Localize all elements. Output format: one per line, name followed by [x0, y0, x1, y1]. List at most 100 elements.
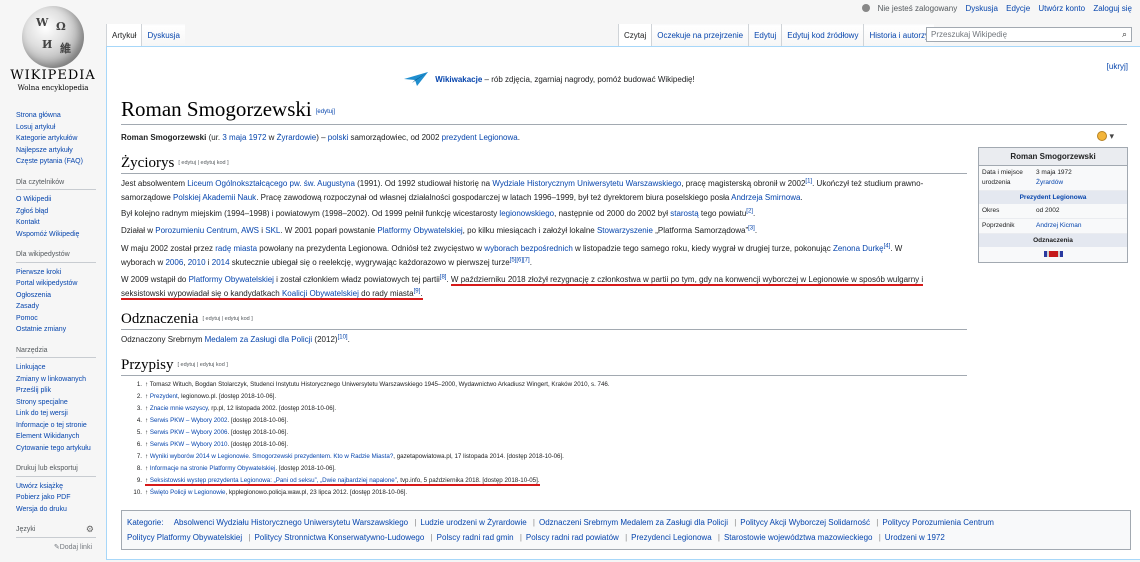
gear-icon[interactable]: ⚙: [86, 524, 94, 536]
link-2006[interactable]: 2006: [165, 258, 183, 267]
sidebar-item-featured[interactable]: Najlepsze artykuły: [16, 145, 106, 157]
ref-link[interactable]: Informacje na stronie Platformy Obywatel…: [150, 465, 276, 472]
sidebar-item-policies[interactable]: Zasady: [16, 301, 106, 313]
sidebar-item-upload[interactable]: Prześlij plik: [16, 385, 106, 397]
section-edit-links[interactable]: [ edytuj | edytuj kod ]: [178, 160, 228, 166]
categories-label[interactable]: Kategorie:: [127, 518, 163, 527]
medal-ribbon-icon[interactable]: [979, 247, 1127, 262]
edit-title-link[interactable]: [edytuj]: [316, 109, 335, 115]
wikipedia-logo[interactable]: WΩ И維 WIKIPEDIA Wolna encyklopedia: [0, 0, 106, 100]
contributions-link[interactable]: Edycje: [1006, 4, 1030, 13]
sidebar-item-help[interactable]: Pomoc: [16, 313, 106, 325]
sidebar-item-permalink[interactable]: Link do tej wersji: [16, 408, 106, 420]
category-link[interactable]: Polscy radni rad powiatów: [526, 533, 619, 542]
sidebar-item-cite[interactable]: Cytowanie tego artykułu: [16, 443, 106, 455]
ref-link[interactable]: Serwis PKW – Wybory 2006: [150, 429, 228, 436]
sidebar-item-wikidata[interactable]: Element Wikidanych: [16, 431, 106, 443]
sidebar-item-page-info[interactable]: Informacje o tej stronie: [16, 420, 106, 432]
link-liceum[interactable]: Liceum Ogólnokształcącego pw. św. August…: [187, 179, 355, 188]
ref-link[interactable]: Serwis PKW – Wybory 2010: [150, 441, 228, 448]
link-po[interactable]: Platformy Obywatelskiej: [377, 226, 462, 235]
link-wydzial[interactable]: Wydziale Historycznym Uniwersytetu Warsz…: [492, 179, 681, 188]
link-rada-miasta[interactable]: radę miasta: [215, 244, 257, 253]
lead-role-link[interactable]: prezydent: [442, 133, 477, 142]
link-pc[interactable]: Porozumieniu Centrum: [155, 226, 237, 235]
link-2014[interactable]: 2014: [212, 258, 230, 267]
category-link[interactable]: Urodzeni w 1972: [885, 533, 945, 542]
login-link[interactable]: Zaloguj się: [1093, 4, 1132, 13]
category-link[interactable]: Odznaczeni Srebrnym Medalem za Zasługi d…: [539, 518, 728, 527]
ref-link[interactable]: Prezydent: [150, 393, 178, 400]
tab-edit[interactable]: Edytuj: [748, 24, 782, 46]
link-legionowski[interactable]: legionowskiego: [499, 209, 554, 218]
sidebar-item-special-pages[interactable]: Strony specjalne: [16, 397, 106, 409]
sidebar-item-first-steps[interactable]: Pierwsze kroki: [16, 267, 106, 279]
link-durka[interactable]: Zenona Durkę: [833, 244, 884, 253]
link-pan[interactable]: Polskiej Akademii Nauk: [173, 193, 256, 202]
sidebar-item-printable[interactable]: Wersja do druku: [16, 504, 106, 516]
lead-place-link[interactable]: Żyrardowie: [277, 133, 317, 142]
ref-3[interactable]: [3]: [748, 225, 755, 231]
category-link[interactable]: Ludzie urodzeni w Żyrardowie: [420, 518, 526, 527]
sidebar-item-announcements[interactable]: Ogłoszenia: [16, 290, 106, 302]
sidebar-item-about[interactable]: O Wikipedii: [16, 194, 106, 206]
category-link[interactable]: Absolwenci Wydziału Historycznego Uniwer…: [174, 518, 408, 527]
section-edit-links-awards[interactable]: [ edytuj | edytuj kod ]: [202, 316, 252, 322]
sidebar-item-download-pdf[interactable]: Pobierz jako PDF: [16, 492, 106, 504]
tab-read[interactable]: Czytaj: [618, 24, 652, 46]
link-stowarzyszenie[interactable]: Stowarzyszenie: [597, 226, 653, 235]
infobox-tools-button[interactable]: ▾: [1097, 131, 1114, 142]
notice-title[interactable]: Wikiwakacje: [435, 75, 482, 84]
sidebar-item-recent-changes[interactable]: Ostatnie zmiany: [16, 324, 106, 336]
link-smirnow[interactable]: Andrzeja Smirnowa: [731, 193, 800, 202]
tab-pending-review[interactable]: Oczekuje na przejrzenie: [651, 24, 749, 46]
tab-edit-source[interactable]: Edytuj kod źródłowy: [781, 24, 864, 46]
ref-link[interactable]: Serwis PKW – Wybory 2002: [150, 417, 228, 424]
category-link[interactable]: Politycy Stronnictwa Konserwatywno-Ludow…: [254, 533, 424, 542]
lead-date-link[interactable]: 3 maja 1972: [222, 133, 266, 142]
sidebar-item-create-book[interactable]: Utwórz książkę: [16, 481, 106, 493]
add-interlanguage-links[interactable]: ✎Dodaj linki: [16, 542, 106, 554]
search-input[interactable]: Przeszukaj Wikipedię ⌕: [926, 27, 1132, 42]
create-account-link[interactable]: Utwórz konto: [1038, 4, 1085, 13]
infobox-office-link[interactable]: Prezydent Legionowa: [1020, 194, 1087, 201]
category-link[interactable]: Politycy Platformy Obywatelskiej: [127, 533, 242, 542]
link-wybory-bezposrednie[interactable]: wyborach bezpośrednich: [484, 244, 573, 253]
sidebar-item-random[interactable]: Losuj artykuł: [16, 122, 106, 134]
category-link[interactable]: Prezydenci Legionowa: [631, 533, 712, 542]
talk-link[interactable]: Dyskusja: [965, 4, 997, 13]
ref-link[interactable]: Wyniki wyborów 2014 w Legionowie. Smogor…: [150, 453, 393, 460]
lead-city-link[interactable]: Legionowa: [479, 133, 518, 142]
link-ko[interactable]: Koalicji Obywatelskiej: [282, 289, 359, 298]
tab-talk[interactable]: Dyskusja: [141, 24, 185, 46]
tab-history[interactable]: Historia i autorzy: [863, 24, 935, 46]
category-link[interactable]: Politycy Porozumienia Centrum: [882, 518, 994, 527]
link-po-2[interactable]: Platformy Obywatelskiej: [189, 275, 274, 284]
sidebar-item-what-links-here[interactable]: Linkujące: [16, 362, 106, 374]
ref-10[interactable]: [10]: [338, 334, 348, 340]
link-aws[interactable]: AWS: [241, 226, 259, 235]
category-link[interactable]: Starostowie województwa mazowieckiego: [724, 533, 873, 542]
sidebar-item-faq[interactable]: Częste pytania (FAQ): [16, 156, 106, 168]
sidebar-item-donate[interactable]: Wspomóż Wikipedię: [16, 229, 106, 241]
lead-nationality-link[interactable]: polski: [328, 133, 348, 142]
ref-5-7[interactable]: [5][6][7]: [510, 257, 530, 263]
search-icon[interactable]: ⌕: [1122, 29, 1127, 40]
infobox-predecessor-link[interactable]: Andrzej Kicman: [1036, 222, 1082, 229]
link-starosta[interactable]: starostą: [670, 209, 698, 218]
hide-notice-link[interactable]: [ukryj]: [1107, 62, 1128, 71]
ref-link[interactable]: Seksistowski występ prezydenta Legionowa…: [150, 477, 397, 484]
category-link[interactable]: Polscy radni rad gmin: [437, 533, 514, 542]
link-skl[interactable]: SKL: [265, 226, 280, 235]
infobox-birthplace-link[interactable]: Żyrardów: [1036, 179, 1063, 186]
sidebar-item-report-error[interactable]: Zgłoś błąd: [16, 206, 106, 218]
sidebar-item-contact[interactable]: Kontakt: [16, 217, 106, 229]
link-medal[interactable]: Medalem za Zasługi dla Policji: [205, 335, 313, 344]
ref-link[interactable]: Święto Policji w Legionowie: [150, 489, 226, 496]
sidebar-item-main-page[interactable]: Strona główna: [16, 110, 106, 122]
sidebar-item-community-portal[interactable]: Portal wikipedystów: [16, 278, 106, 290]
tab-article[interactable]: Artykuł: [106, 24, 142, 46]
ref-link[interactable]: Znacie mnie wszyscy: [150, 405, 208, 412]
category-link[interactable]: Politycy Akcji Wyborczej Solidarność: [740, 518, 870, 527]
section-edit-links-refs[interactable]: [ edytuj | edytuj kod ]: [178, 362, 228, 368]
